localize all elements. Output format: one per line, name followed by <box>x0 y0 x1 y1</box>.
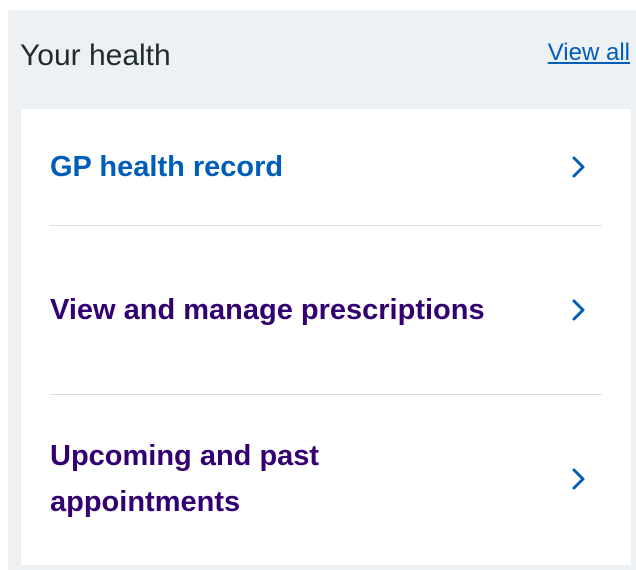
section-title: Your health <box>20 39 171 72</box>
section-header: Your health View all <box>8 10 636 108</box>
prescriptions-link[interactable]: View and manage prescriptions <box>50 226 602 394</box>
view-all-link[interactable]: View all <box>548 37 630 69</box>
appointments-label: Upcoming and past appointments <box>50 440 320 518</box>
chevron-right-icon <box>572 299 585 321</box>
prescriptions-label: View and manage prescriptions <box>50 294 485 326</box>
chevron-right-icon <box>572 468 585 490</box>
health-links-card: GP health record View and manage prescri… <box>21 109 631 565</box>
your-health-section: Your health View all GP health record Vi… <box>8 10 636 570</box>
gp-health-record-label: GP health record <box>50 151 284 183</box>
appointments-link[interactable]: Upcoming and past appointments <box>50 395 602 563</box>
gp-health-record-link[interactable]: GP health record <box>50 109 602 225</box>
chevron-right-icon <box>572 156 585 178</box>
